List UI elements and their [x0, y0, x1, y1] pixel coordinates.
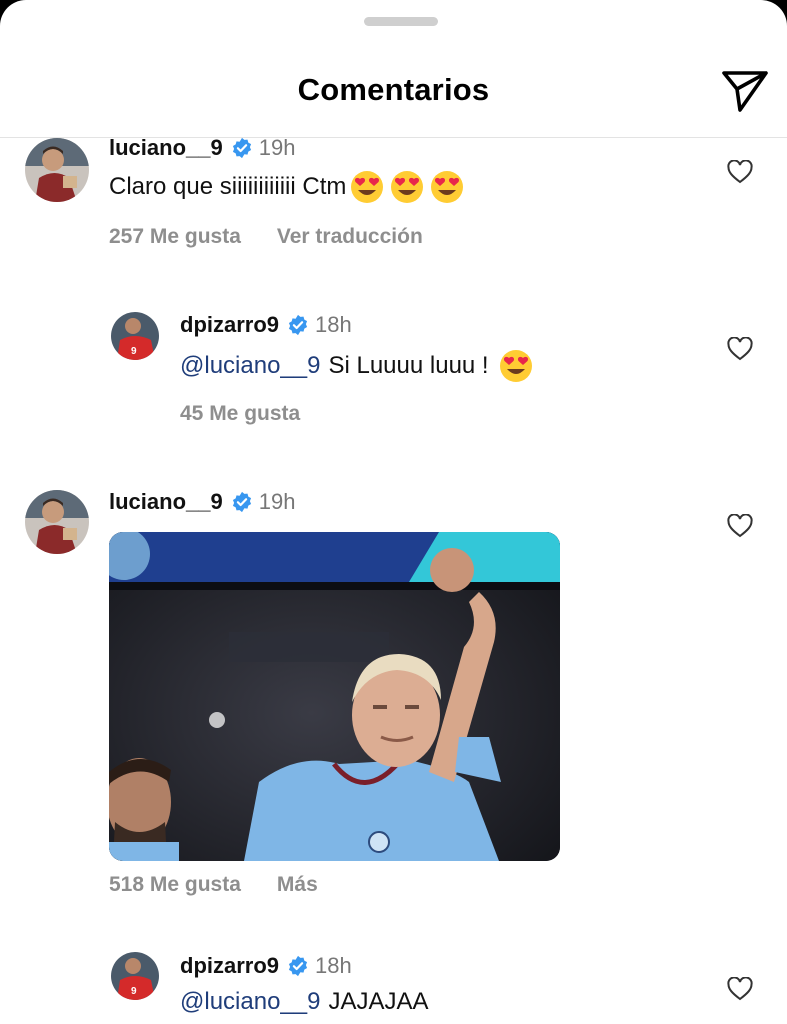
heart-icon[interactable]	[727, 337, 753, 361]
verified-badge-icon	[232, 137, 251, 159]
heart-eyes-emoji	[499, 349, 533, 383]
comment-time: 18h	[315, 312, 352, 337]
page-title: Comentarios	[297, 72, 490, 107]
avatar[interactable]	[25, 138, 89, 202]
comment-gif[interactable]	[109, 532, 560, 861]
sheet-grabber[interactable]	[364, 17, 438, 26]
svg-text:9: 9	[131, 346, 137, 357]
comment-body: Si Luuuu luuu !	[328, 352, 489, 379]
comment-text: @luciano__9 Si Luuuu luuu !	[180, 349, 533, 383]
likes-count[interactable]: 257 Me gusta	[109, 225, 241, 248]
heart-icon[interactable]	[727, 514, 753, 538]
avatar[interactable]	[25, 490, 89, 554]
comment-body: Claro que siiiiiiiiiiii Ctm	[109, 173, 347, 200]
likes-count[interactable]: 45 Me gusta	[180, 402, 300, 425]
comment-text: @luciano__9 JAJAJAA	[180, 988, 429, 1016]
heart-eyes-emoji	[430, 170, 464, 204]
comment-text: Claro que siiiiiiiiiiii Ctm	[109, 170, 464, 204]
comment-time: 19h	[258, 135, 296, 160]
more-link[interactable]: Más	[277, 873, 318, 896]
comment-time: 19h	[258, 489, 296, 514]
username-link[interactable]: dpizarro9	[180, 312, 279, 338]
heart-icon[interactable]	[727, 160, 753, 184]
translate-link[interactable]: Ver traducción	[277, 225, 423, 248]
comment-username[interactable]: luciano__9 19h	[109, 135, 295, 161]
mention-link[interactable]: @luciano__9	[180, 988, 320, 1016]
verified-badge-icon	[232, 491, 251, 513]
heart-eyes-emoji	[390, 170, 424, 204]
heart-icon[interactable]	[727, 977, 753, 1001]
comments-sheet: Comentarios luciano__9 19h Claro que sii…	[0, 0, 787, 1024]
avatar[interactable]: 9	[111, 312, 159, 360]
comment-username[interactable]: dpizarro9 18h	[180, 312, 352, 338]
comment-meta: 257 Me gusta Ver traducción	[109, 225, 423, 249]
comment-meta: 45 Me gusta	[180, 402, 300, 426]
username-link[interactable]: luciano__9	[109, 135, 223, 161]
verified-badge-icon	[288, 314, 308, 336]
comment-meta: 518 Me gusta Más	[109, 873, 318, 897]
likes-count[interactable]: 518 Me gusta	[109, 873, 241, 896]
mention-link[interactable]: @luciano__9	[180, 352, 320, 380]
comment-username[interactable]: luciano__9 19h	[109, 489, 295, 515]
comment-username[interactable]: dpizarro9 18h	[180, 953, 352, 979]
username-link[interactable]: dpizarro9	[180, 953, 279, 979]
avatar[interactable]: 9	[111, 952, 159, 1000]
verified-badge-icon	[288, 955, 308, 977]
svg-text:9: 9	[131, 986, 137, 997]
comment-body: JAJAJAA	[328, 988, 429, 1015]
heart-eyes-emoji	[350, 170, 384, 204]
comment-time: 18h	[315, 953, 352, 978]
send-icon[interactable]	[720, 68, 770, 114]
username-link[interactable]: luciano__9	[109, 489, 223, 515]
